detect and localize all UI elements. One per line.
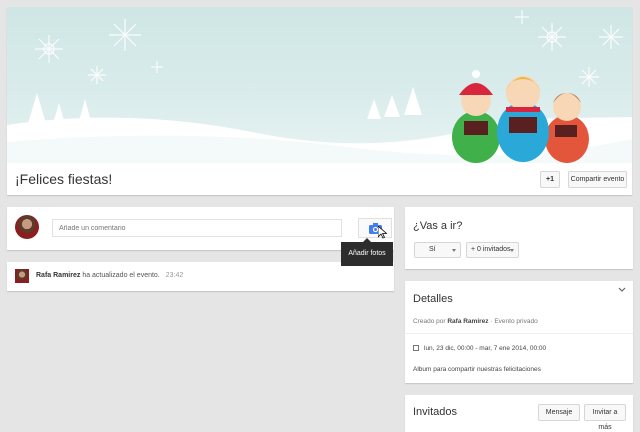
activity-item: Rafa Ramirez ha actualizado el evento. 2… — [7, 262, 394, 291]
rsvp-answer-dropdown[interactable]: Sí — [414, 242, 461, 258]
divider — [405, 333, 633, 334]
invite-more-button[interactable]: Invitar a más — [584, 404, 626, 431]
cover-illustration — [7, 10, 632, 163]
creator-name[interactable]: Rafa Ramirez — [447, 318, 488, 325]
avatar — [15, 269, 29, 283]
mouse-cursor-icon — [378, 226, 387, 239]
separator: · — [490, 318, 493, 325]
share-event-button[interactable]: Compartir evento — [568, 171, 627, 188]
chevron-down-icon[interactable] — [618, 287, 626, 293]
calendar-icon — [413, 345, 419, 351]
add-photos-tooltip: Añadir fotos — [341, 238, 393, 266]
privacy-label: Evento privado — [494, 318, 538, 325]
event-description: Album para compartir nuestras felicitaci… — [413, 366, 541, 373]
rsvp-card: ¿Vas a ir? Sí + 0 invitados — [405, 207, 633, 269]
details-card: Detalles Creado por Rafa Ramirez · Event… — [405, 281, 633, 383]
activity-time[interactable]: 23:42 — [166, 272, 184, 279]
guests-count-dropdown[interactable]: + 0 invitados — [466, 242, 519, 258]
event-title: ¡Felices fiestas! — [15, 171, 113, 187]
chevron-down-icon — [510, 249, 514, 252]
guests-count-value: + 0 invitados — [471, 246, 511, 253]
event-cover-image — [7, 7, 632, 163]
rsvp-question: ¿Vas a ir? — [413, 220, 463, 232]
avatar — [15, 215, 39, 239]
invitees-card: Invitados Mensaje Invitar a más — [405, 395, 633, 432]
activity-action: ha actualizado el evento. — [82, 272, 160, 279]
carolers-illustration — [452, 70, 589, 163]
rsvp-answer-value: Sí — [429, 246, 436, 253]
invitees-title: Invitados — [413, 406, 458, 418]
event-title-bar: ¡Felices fiestas! +1 Compartir evento — [7, 163, 632, 195]
comment-box — [7, 207, 394, 250]
plus-one-button[interactable]: +1 — [540, 171, 560, 188]
activity-user[interactable]: Rafa Ramirez — [36, 272, 80, 279]
comment-input[interactable] — [52, 219, 342, 237]
event-dates-text: lun, 23 dic, 00:00 - mar, 7 ene 2014, 00… — [424, 345, 547, 352]
details-title: Detalles — [413, 293, 453, 305]
created-by-label: Creado por — [413, 318, 446, 325]
chevron-down-icon — [452, 249, 456, 252]
message-button[interactable]: Mensaje — [538, 404, 580, 421]
event-banner-card: ¡Felices fiestas! +1 Compartir evento — [7, 7, 632, 195]
event-dates: lun, 23 dic, 00:00 - mar, 7 ene 2014, 00… — [413, 345, 546, 352]
created-by: Creado por Rafa Ramirez · Evento privado — [413, 318, 538, 325]
activity-text: Rafa Ramirez ha actualizado el evento. 2… — [36, 272, 183, 279]
